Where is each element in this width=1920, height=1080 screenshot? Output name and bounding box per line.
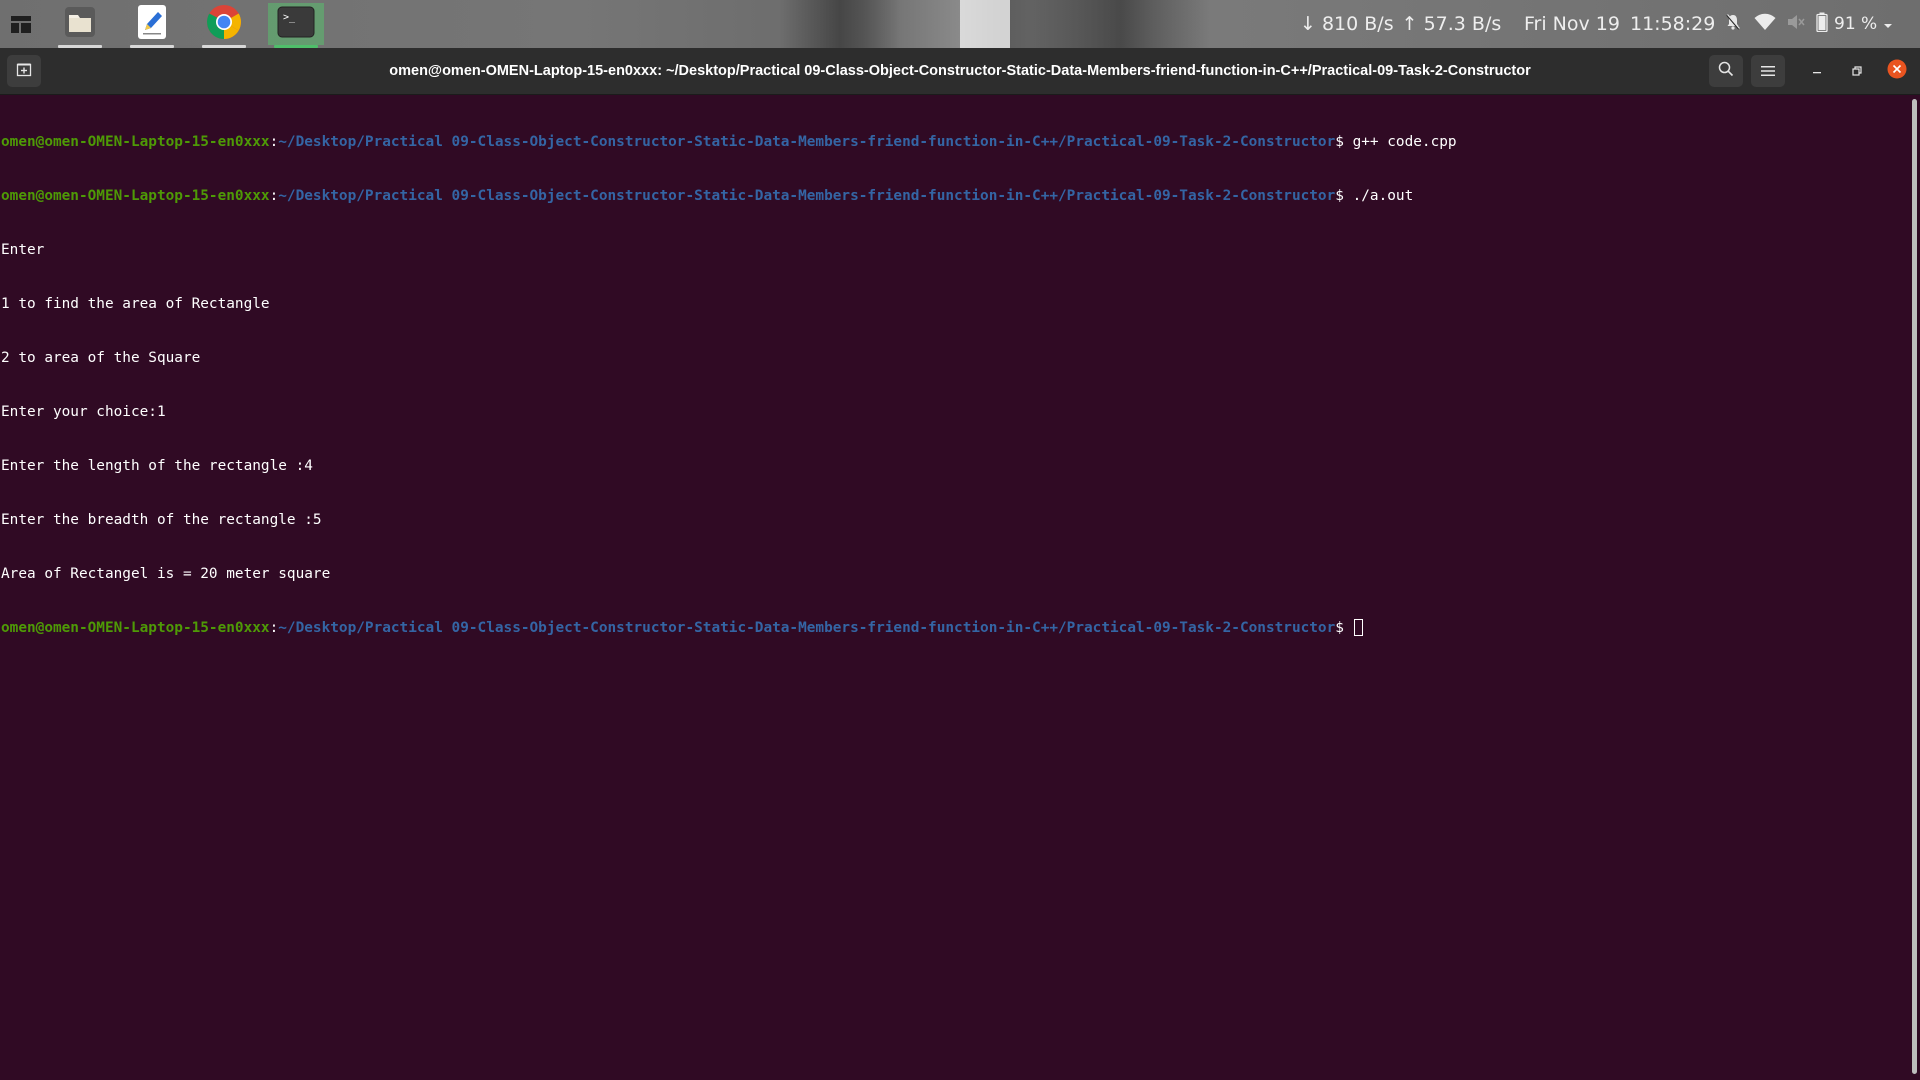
notifications-muted-icon — [1725, 13, 1741, 36]
terminal-output: omen@omen-OMEN-Laptop-15-en0xxx:~/Deskto… — [1, 97, 1457, 673]
prompt-separator: : — [269, 188, 279, 204]
output-line: Enter your choice:1 — [1, 404, 166, 420]
wallpaper-shade — [1030, 0, 1210, 48]
network-up: ↑ 57.3 B/s — [1401, 13, 1502, 35]
search-button[interactable] — [1709, 55, 1743, 87]
output-line: 2 to area of the Square — [1, 350, 201, 366]
output-line: Enter — [1, 242, 45, 258]
scrollbar-thumb[interactable] — [1912, 99, 1917, 1074]
restore-button[interactable] — [1840, 55, 1874, 87]
restore-icon — [1851, 62, 1863, 81]
output-line: Enter the length of the rectangle :4 — [1, 458, 313, 474]
prompt-symbol: $ — [1335, 188, 1353, 204]
prompt-path: ~/Desktop/Practical 09-Class-Object-Cons… — [278, 620, 1336, 636]
minimize-button[interactable] — [1800, 55, 1834, 87]
prompt-symbol: $ — [1335, 134, 1353, 150]
dock-files[interactable] — [52, 3, 108, 48]
output-line: 1 to find the area of Rectangle — [1, 296, 270, 312]
top-panel: >_ ↓ 810 B/s ↑ 57.3 B/s Fri Nov 19 11:58… — [0, 0, 1920, 48]
prompt-user-host: omen@omen-OMEN-Laptop-15-en0xxx — [1, 188, 270, 204]
output-line: Enter the breadth of the rectangle :5 — [1, 512, 322, 528]
network-down: ↓ 810 B/s — [1300, 13, 1394, 35]
text-cursor — [1353, 619, 1363, 636]
minimize-icon — [1811, 62, 1823, 81]
dock-terminal[interactable]: >_ — [268, 3, 324, 48]
command-text: ./a.out — [1352, 188, 1414, 204]
text-editor-icon — [136, 4, 168, 44]
prompt-line: omen@omen-OMEN-Laptop-15-en0xxx:~/Deskto… — [1, 187, 1457, 205]
prompt-separator: : — [269, 134, 279, 150]
prompt-symbol: $ — [1335, 620, 1353, 636]
battery-percent: 91 % — [1834, 14, 1878, 34]
dock-text-editor[interactable] — [124, 3, 180, 48]
prompt-path: ~/Desktop/Practical 09-Class-Object-Cons… — [278, 188, 1336, 204]
menu-button[interactable] — [1751, 55, 1785, 87]
volume-muted-icon — [1786, 13, 1806, 36]
terminal-icon: >_ — [277, 6, 315, 42]
output-line: Area of Rectangel is = 20 meter square — [1, 566, 331, 582]
prompt-separator: : — [269, 620, 279, 636]
chrome-icon — [206, 4, 242, 44]
prompt-user-host: omen@omen-OMEN-Laptop-15-en0xxx — [1, 620, 270, 636]
prompt-line: omen@omen-OMEN-Laptop-15-en0xxx:~/Deskto… — [1, 133, 1457, 151]
time-text: 11:58:29 — [1629, 13, 1716, 35]
system-tray[interactable]: 91 % — [1754, 0, 1893, 48]
search-icon — [1718, 61, 1734, 81]
chevron-down-icon — [1883, 13, 1893, 35]
network-speed-indicator[interactable]: ↓ 810 B/s ↑ 57.3 B/s — [1300, 0, 1501, 48]
close-icon — [1887, 59, 1907, 83]
prompt-user-host: omen@omen-OMEN-Laptop-15-en0xxx — [1, 134, 270, 150]
window-titlebar[interactable]: omen@omen-OMEN-Laptop-15-en0xxx: ~/Deskt… — [0, 48, 1920, 95]
wifi-icon — [1754, 13, 1776, 36]
dock-chrome[interactable] — [196, 3, 252, 48]
svg-text:>_: >_ — [283, 12, 296, 23]
clock[interactable]: Fri Nov 19 11:58:29 — [1524, 0, 1741, 48]
folder-icon — [63, 5, 97, 43]
date-text: Fri Nov 19 — [1524, 13, 1620, 35]
battery-icon — [1816, 12, 1828, 37]
activities-icon[interactable] — [10, 13, 32, 35]
command-text: g++ code.cpp — [1352, 134, 1457, 150]
prompt-path: ~/Desktop/Practical 09-Class-Object-Cons… — [278, 134, 1336, 150]
wallpaper-highlight — [960, 0, 1010, 48]
window-title: omen@omen-OMEN-Laptop-15-en0xxx: ~/Deskt… — [389, 63, 1531, 79]
prompt-line: omen@omen-OMEN-Laptop-15-en0xxx:~/Deskto… — [1, 619, 1457, 637]
hamburger-menu-icon — [1761, 62, 1775, 81]
terminal-scrollbar[interactable] — [1910, 95, 1920, 1080]
wallpaper-shade — [780, 0, 900, 48]
close-button[interactable] — [1880, 55, 1914, 87]
terminal-view[interactable]: omen@omen-OMEN-Laptop-15-en0xxx:~/Deskto… — [0, 95, 1910, 1080]
